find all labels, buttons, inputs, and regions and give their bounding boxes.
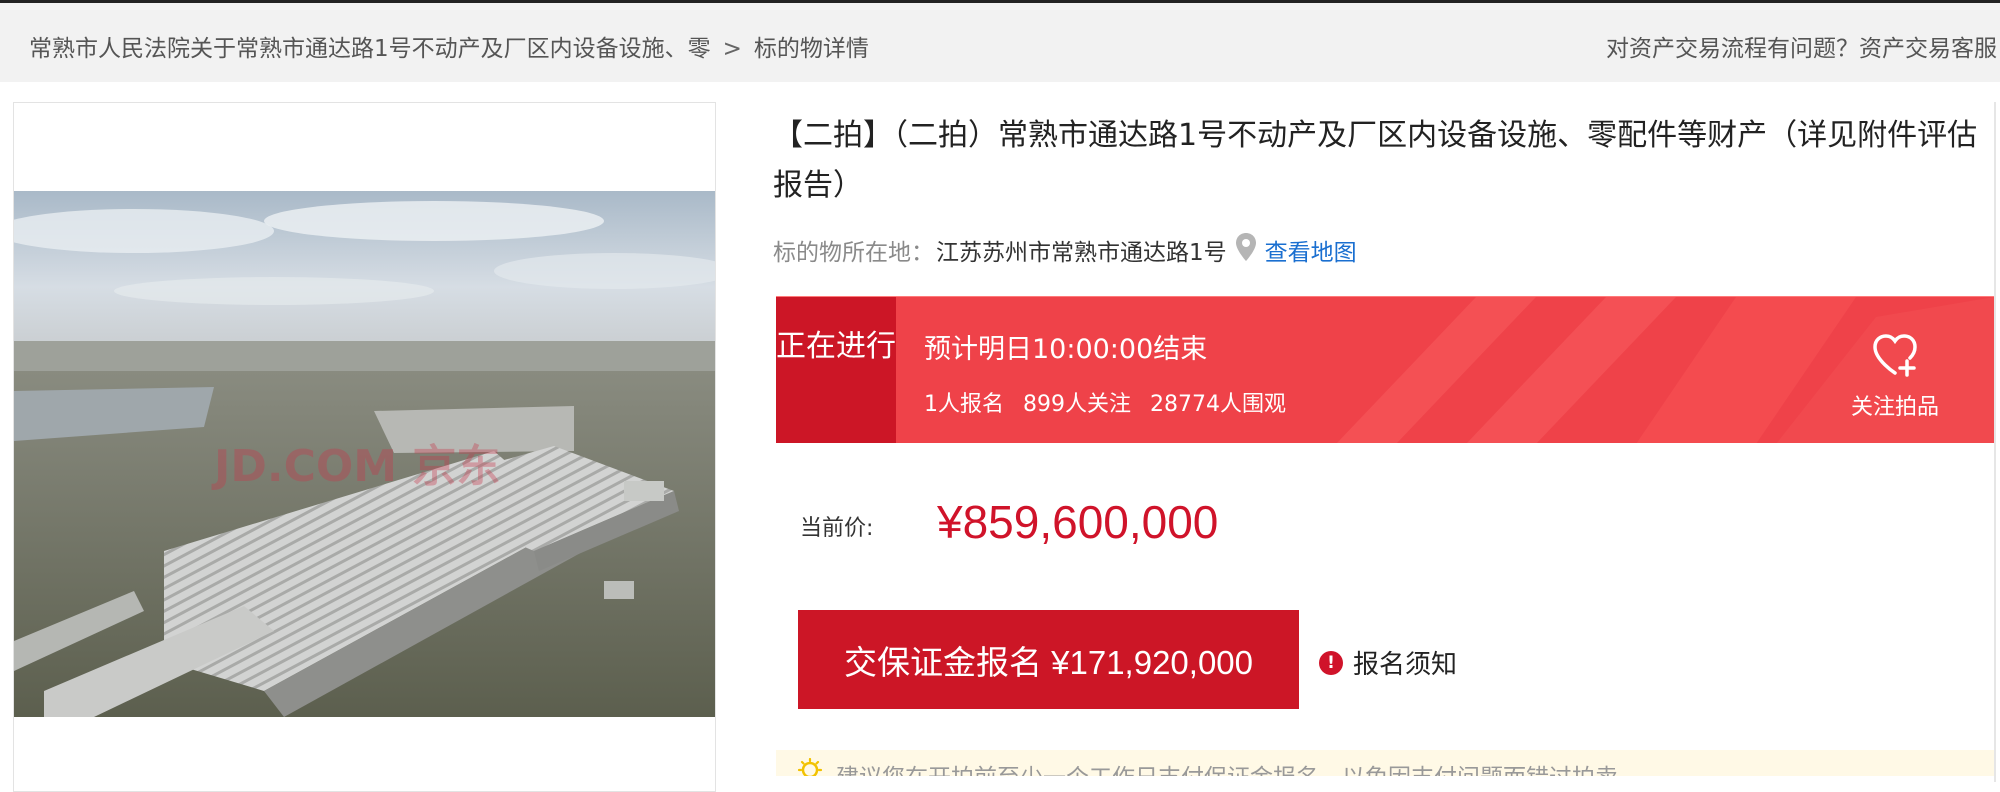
signup-count: 1人报名 xyxy=(924,392,1004,417)
current-price-label: 当前价: xyxy=(800,516,874,541)
breadcrumb-current: 标的物详情 xyxy=(753,36,869,62)
auction-status-banner: 正在进行 预计明日10:00:00结束 1人报名 899人关注 28774人围观… xyxy=(776,296,1994,443)
follower-count: 899人关注 xyxy=(1023,392,1131,417)
view-map-link[interactable]: 查看地图 xyxy=(1265,233,1357,267)
page-title: 【二拍】（二拍）常熟市通达路1号不动产及厂区内设备设施、零配件等财产（详见附件评… xyxy=(773,118,1978,203)
watermark-text: JD.COM 京东 xyxy=(211,441,500,492)
property-photo[interactable]: JD.COM 京东 xyxy=(14,191,715,717)
top-bar: 常熟市人民法院关于常熟市通达路1号不动产及厂区内设备设施、零 > 标的物详情 对资产… xyxy=(0,0,2000,82)
lightbulb-icon xyxy=(796,757,824,776)
end-time: 预计明日10:00:00结束 xyxy=(924,334,1208,365)
breadcrumb-separator: > xyxy=(722,36,742,62)
photo-panel: JD.COM 京东 xyxy=(13,102,716,792)
help-link[interactable]: 对资产交易流程有问题？资产交易客服 xyxy=(1606,29,1997,63)
signup-notice-link[interactable]: ! 报名须知 xyxy=(1319,644,1457,681)
deposit-tip: 建议您在开拍前至少一个工作日支付保证金报名，以免因支付问题而错过拍卖。 xyxy=(776,750,1994,776)
status-details: 预计明日10:00:00结束 1人报名 899人关注 28774人围观 xyxy=(924,327,1298,418)
current-price: ¥859,600,000 xyxy=(937,496,1219,548)
location-address: 江苏苏州市常熟市通达路1号 xyxy=(936,240,1227,266)
signup-notice-label: 报名须知 xyxy=(1353,650,1458,680)
auction-stats: 1人报名 899人关注 28774人围观 xyxy=(924,386,1298,418)
breadcrumb-parent-link[interactable]: 常熟市人民法院关于常熟市通达路1号不动产及厂区内设备设施、零 xyxy=(29,36,711,62)
viewer-count: 28774人围观 xyxy=(1150,392,1286,417)
location-row: 标的物所在地： 江苏苏州市常熟市通达路1号 查看地图 xyxy=(773,232,1357,268)
breadcrumb: 常熟市人民法院关于常熟市通达路1号不动产及厂区内设备设施、零 > 标的物详情 xyxy=(29,29,869,63)
alert-icon: ! xyxy=(1319,650,1343,675)
heart-plus-icon xyxy=(1871,334,1919,381)
follow-label: 关注拍品 xyxy=(1850,395,1939,420)
follow-lot-button[interactable]: 关注拍品 xyxy=(1830,333,1960,421)
map-pin-icon xyxy=(1235,232,1257,268)
tip-text: 建议您在开拍前至少一个工作日支付保证金报名，以免因支付问题而错过拍卖。 xyxy=(836,758,1641,776)
location-label: 标的物所在地： xyxy=(773,240,934,266)
deposit-signup-button[interactable]: 交保证金报名 ¥171,920,000 xyxy=(798,610,1299,709)
status-tag: 正在进行 xyxy=(776,297,896,443)
